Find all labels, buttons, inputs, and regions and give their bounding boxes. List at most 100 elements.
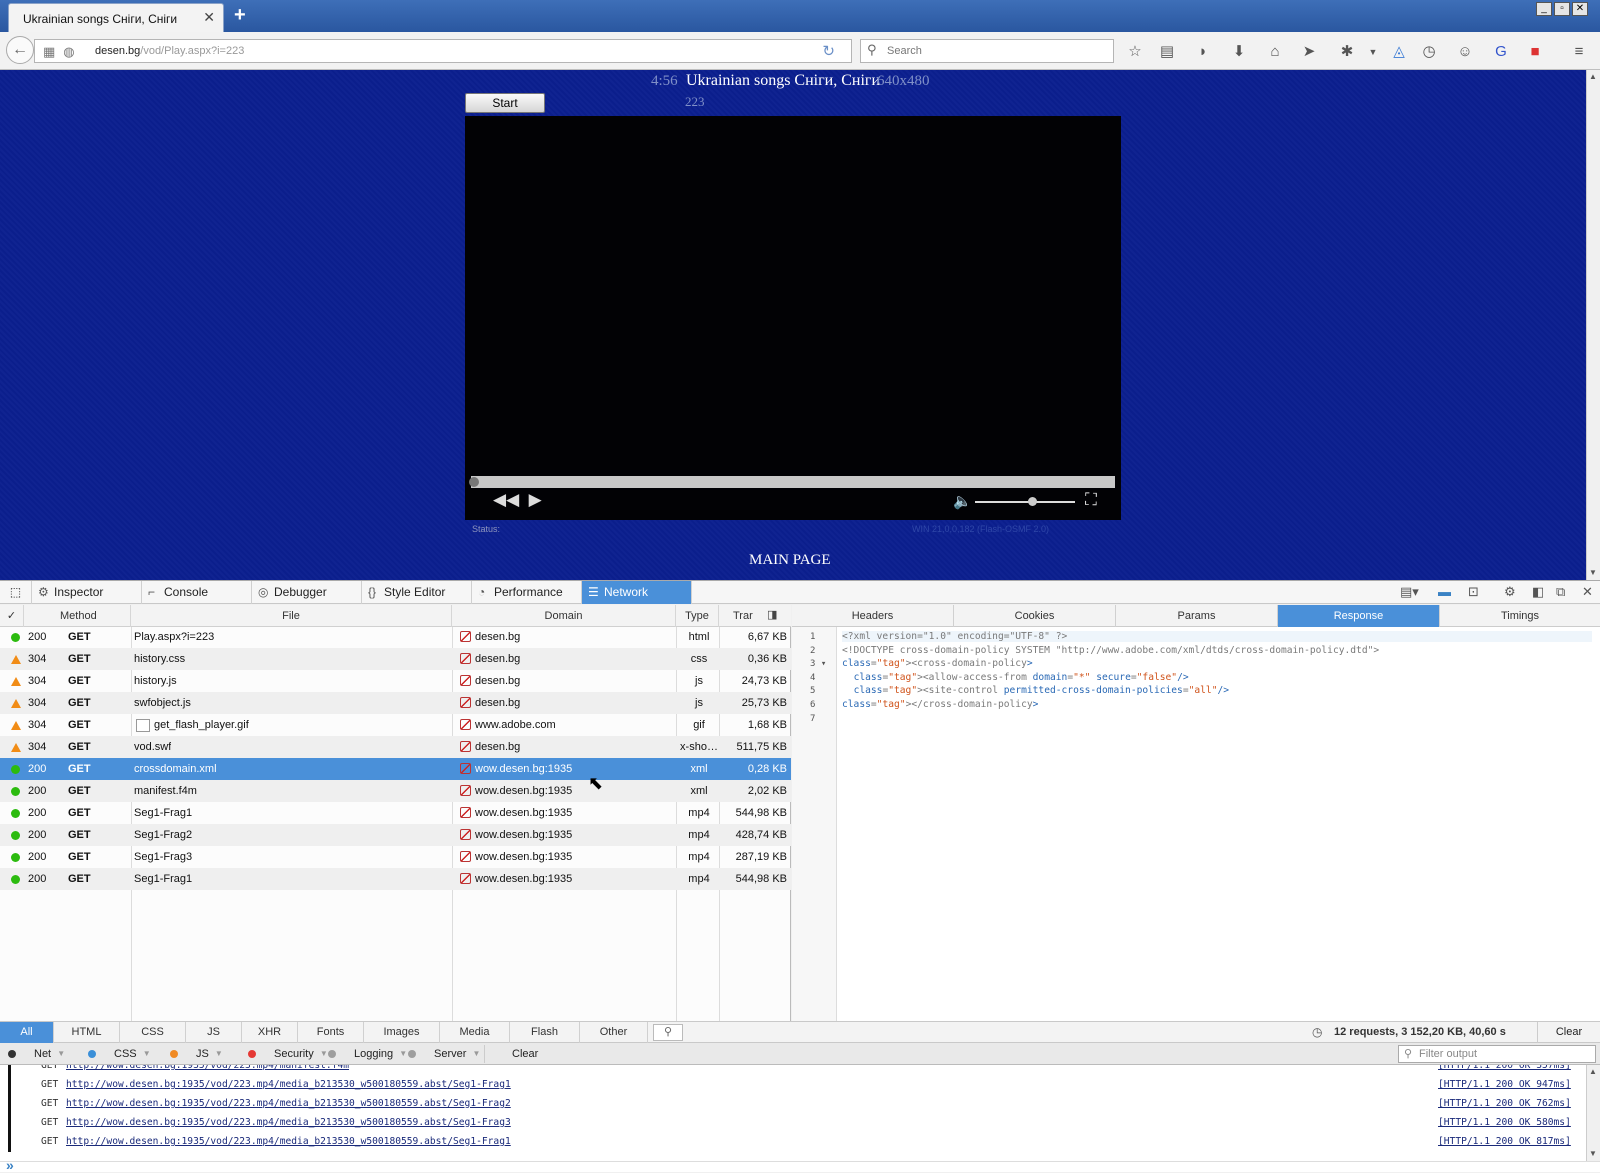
console-filter-server[interactable]: Server ▼ <box>408 1045 480 1063</box>
tab-params[interactable]: Params <box>1116 605 1278 627</box>
console-scrollbar[interactable]: ▲ ▼ <box>1586 1065 1600 1161</box>
console-filter-logging[interactable]: Logging ▼ <box>328 1045 407 1063</box>
bookmark-star-icon[interactable]: ☆ <box>1124 42 1146 62</box>
filter-js[interactable]: JS <box>186 1022 242 1043</box>
log-status-link[interactable]: [HTTP/1.1 200 OK 580ms] <box>1438 1117 1571 1128</box>
log-status-link[interactable]: [HTTP/1.1 200 OK 817ms] <box>1438 1136 1571 1147</box>
fullscreen-icon[interactable]: ⛶ <box>1085 490 1097 510</box>
tab-debugger[interactable]: ◎ Debugger <box>252 581 362 604</box>
chat-icon[interactable]: ☺ <box>1454 42 1476 62</box>
filter-media[interactable]: Media <box>440 1022 510 1043</box>
tab-timings[interactable]: Timings <box>1440 605 1600 627</box>
tab-headers[interactable]: Headers <box>792 605 954 627</box>
dropdown-arrow-icon[interactable]: ▼ <box>143 1045 151 1063</box>
waterfall-toggle-icon[interactable]: ◨ <box>767 608 777 621</box>
dropdown-arrow-icon[interactable]: ▼ <box>320 1045 328 1063</box>
tab-response[interactable]: Response <box>1278 605 1440 627</box>
download-icon[interactable]: ⬇ <box>1228 42 1250 62</box>
volume-icon[interactable]: 🔈 <box>953 492 972 510</box>
reading-list-icon[interactable]: ▤ <box>1156 42 1178 62</box>
filter-other[interactable]: Other <box>580 1022 648 1043</box>
log-status-link[interactable]: [HTTP/1.1 200 OK 357ms] <box>1438 1065 1571 1071</box>
log-status-link[interactable]: [HTTP/1.1 200 OK 947ms] <box>1438 1079 1571 1090</box>
log-url-link[interactable]: http://wow.desen.bg:1935/vod/223.mp4/med… <box>66 1098 511 1109</box>
scroll-up-icon[interactable]: ▲ <box>1589 72 1597 81</box>
column-transferred[interactable]: Trar <box>719 605 791 627</box>
request-row[interactable]: 304 GET get_flash_player.gif www.adobe.com g… <box>0 714 791 736</box>
restore-button[interactable]: ▫ <box>1554 2 1570 16</box>
column-status[interactable]: ✓ <box>0 605 24 627</box>
search-requests-icon[interactable]: ⚲ <box>653 1024 683 1041</box>
request-row[interactable]: 200 GET Seg1-Frag1 wow.desen.bg:1935 mp4 544,… <box>0 802 791 824</box>
volume-thumb[interactable] <box>1028 497 1037 506</box>
filter-css[interactable]: CSS <box>120 1022 186 1043</box>
request-row[interactable]: 200 GET crossdomain.xml wow.desen.bg:1935 xm… <box>0 758 791 780</box>
request-row[interactable]: 304 GET swfobject.js desen.bg js 25,73 KB <box>0 692 791 714</box>
close-devtools-icon[interactable]: ✕ <box>1582 584 1593 600</box>
console-filter-css[interactable]: CSS ▼ <box>88 1045 151 1063</box>
column-file[interactable]: File <box>131 605 452 627</box>
console-input[interactable]: » <box>0 1157 1600 1173</box>
responsive-mode-icon[interactable]: ⊡ <box>1468 584 1479 600</box>
chevron-down-icon[interactable]: ▼ <box>1362 42 1384 62</box>
pocket-icon[interactable]: ◗ <box>1192 42 1214 62</box>
log-status-link[interactable]: [HTTP/1.1 200 OK 762ms] <box>1438 1098 1571 1109</box>
home-icon[interactable]: ⌂ <box>1264 42 1286 62</box>
url-text[interactable]: desen.bg/vod/Play.aspx?i=223 <box>95 45 244 57</box>
seek-thumb[interactable] <box>469 477 479 487</box>
close-tab-icon[interactable]: ✕ <box>203 9 215 26</box>
tab-performance[interactable]: ◔ Performance <box>472 581 582 604</box>
filter-images[interactable]: Images <box>364 1022 440 1043</box>
layout-toggle-icon[interactable]: ▤▾ <box>1400 584 1419 600</box>
request-row[interactable]: 200 GET Seg1-Frag1 wow.desen.bg:1935 mp4 544,… <box>0 868 791 890</box>
filter-all[interactable]: All <box>0 1022 54 1043</box>
console-filter-security[interactable]: Security ▼ <box>248 1045 328 1063</box>
reload-icon[interactable]: ↻ <box>822 42 835 60</box>
request-row[interactable]: 200 GET Play.aspx?i=223 desen.bg html 6,67 KB <box>0 626 791 648</box>
address-bar[interactable]: ▦◍ desen.bg/vod/Play.aspx?i=223 ↻ <box>34 39 852 63</box>
browser-tab[interactable]: Ukrainian songs Сніги, Сніги ✕ <box>8 3 224 32</box>
split-console-icon[interactable]: ▬ <box>1438 584 1451 599</box>
filter-output-input[interactable]: ⚲ Filter output <box>1398 1045 1596 1063</box>
sync-icon[interactable]: ◬ <box>1388 42 1410 62</box>
dropdown-arrow-icon[interactable]: ▼ <box>472 1045 480 1063</box>
pick-element-icon[interactable]: ⬚ <box>0 581 32 604</box>
tab-inspector[interactable]: ⚙ Inspector <box>32 581 142 604</box>
request-row[interactable]: 200 GET Seg1-Frag2 wow.desen.bg:1935 mp4 428,… <box>0 824 791 846</box>
log-url-link[interactable]: http://wow.desen.bg:1935/vod/223.mp4/man… <box>66 1065 349 1071</box>
extension-icon[interactable]: ■ <box>1524 42 1546 62</box>
column-type[interactable]: Type <box>676 605 719 627</box>
rewind-icon[interactable]: ◀◀ <box>493 490 519 509</box>
addon-icon[interactable]: ✱ <box>1336 42 1358 62</box>
scroll-down-icon[interactable]: ▼ <box>1589 568 1597 577</box>
log-url-link[interactable]: http://wow.desen.bg:1935/vod/223.mp4/med… <box>66 1136 511 1147</box>
back-button[interactable]: ← <box>6 36 34 64</box>
minimize-button[interactable]: _ <box>1536 2 1552 16</box>
volume-slider[interactable] <box>975 497 1075 506</box>
console-filter-js[interactable]: JS ▼ <box>170 1045 223 1063</box>
log-url-link[interactable]: http://wow.desen.bg:1935/vod/223.mp4/med… <box>66 1117 511 1128</box>
undock-icon[interactable]: ⧉ <box>1556 584 1565 600</box>
scroll-down-icon[interactable]: ▼ <box>1589 1149 1597 1158</box>
history-icon[interactable]: ◷ <box>1418 42 1440 62</box>
page-scrollbar[interactable]: ▲ ▼ <box>1586 70 1600 580</box>
request-row[interactable]: 200 GET manifest.f4m wow.desen.bg:1935 xml 2,… <box>0 780 791 802</box>
filter-xhr[interactable]: XHR <box>242 1022 298 1043</box>
column-domain[interactable]: Domain <box>452 605 676 627</box>
translate-icon[interactable]: G <box>1490 42 1512 62</box>
console-filter-net[interactable]: Net ▼ <box>8 1045 65 1063</box>
tab-network[interactable]: ☰ Network <box>582 581 692 604</box>
tab-cookies[interactable]: Cookies <box>954 605 1116 627</box>
filter-html[interactable]: HTML <box>54 1022 120 1043</box>
start-button[interactable]: Start <box>465 93 545 113</box>
clear-console-button[interactable]: Clear <box>484 1045 556 1063</box>
request-row[interactable]: 200 GET Seg1-Frag3 wow.desen.bg:1935 mp4 287,… <box>0 846 791 868</box>
settings-gear-icon[interactable]: ⚙ <box>1504 584 1516 600</box>
main-page-link[interactable]: MAIN PAGE <box>749 552 831 569</box>
dropdown-arrow-icon[interactable]: ▼ <box>399 1045 407 1063</box>
menu-icon[interactable]: ≡ <box>1568 42 1590 62</box>
play-icon[interactable]: ▶ <box>529 490 542 509</box>
site-identity-icon[interactable]: ▦◍ <box>43 44 83 60</box>
filter-fonts[interactable]: Fonts <box>298 1022 364 1043</box>
request-row[interactable]: 304 GET vod.swf desen.bg x-sho… 511,75 KB <box>0 736 791 758</box>
